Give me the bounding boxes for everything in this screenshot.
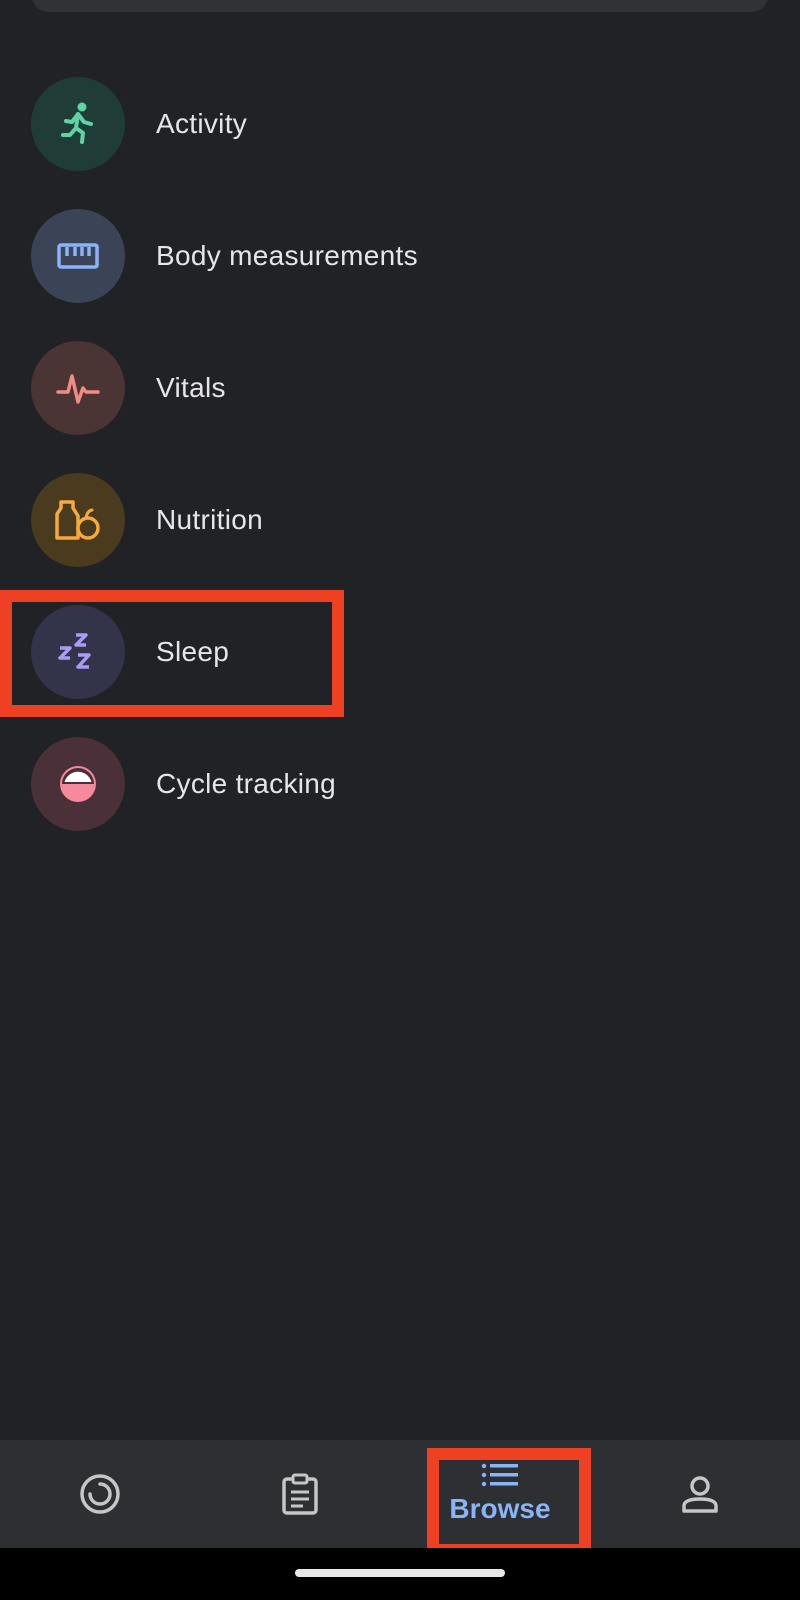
nutrition-icon-circle xyxy=(31,473,125,567)
category-label-activity: Activity xyxy=(156,108,248,139)
category-label-vitals: Vitals xyxy=(156,372,226,403)
sleep-icon-circle xyxy=(31,605,125,699)
cycle-tracking-icon-circle xyxy=(31,737,125,831)
home-gesture-handle[interactable] xyxy=(295,1569,505,1577)
vitals-icon-circle xyxy=(31,341,125,435)
food-icon xyxy=(55,500,100,540)
heart-pulse-icon xyxy=(56,374,100,404)
tab-summary[interactable] xyxy=(0,1440,200,1548)
cycle-icon xyxy=(60,766,96,802)
browse-screen: Activity Body measurements Vitals Nutrit… xyxy=(0,0,800,1600)
tab-browse-label: Browse xyxy=(449,1493,551,1524)
category-label-body-measurements: Body measurements xyxy=(156,240,418,271)
category-label-sleep: Sleep xyxy=(156,636,230,667)
category-label-nutrition: Nutrition xyxy=(156,504,263,535)
category-item-activity[interactable]: Activity xyxy=(0,65,800,183)
category-item-sleep[interactable]: Sleep xyxy=(0,593,800,711)
tab-journal[interactable] xyxy=(200,1440,400,1548)
search-card-edge[interactable] xyxy=(32,0,768,12)
activity-icon-circle xyxy=(31,77,125,171)
body-measurements-icon-circle xyxy=(31,209,125,303)
sleep-zzz-icon xyxy=(58,633,91,669)
summary-ring-icon xyxy=(80,1474,120,1514)
clipboard-icon xyxy=(282,1473,318,1515)
tab-browse[interactable]: Browse xyxy=(400,1440,600,1548)
running-person-icon xyxy=(61,102,93,144)
category-item-cycle-tracking[interactable]: Cycle tracking xyxy=(0,725,800,843)
tab-profile[interactable] xyxy=(600,1440,800,1548)
list-icon xyxy=(481,1463,518,1487)
bottom-navigation-bar: Browse xyxy=(0,1440,800,1548)
category-item-nutrition[interactable]: Nutrition xyxy=(0,461,800,579)
category-item-body-measurements[interactable]: Body measurements xyxy=(0,197,800,315)
person-icon xyxy=(682,1476,718,1513)
category-label-cycle-tracking: Cycle tracking xyxy=(156,768,337,799)
ruler-icon xyxy=(57,243,99,269)
category-item-vitals[interactable]: Vitals xyxy=(0,329,800,447)
system-gesture-bar xyxy=(0,1548,800,1600)
